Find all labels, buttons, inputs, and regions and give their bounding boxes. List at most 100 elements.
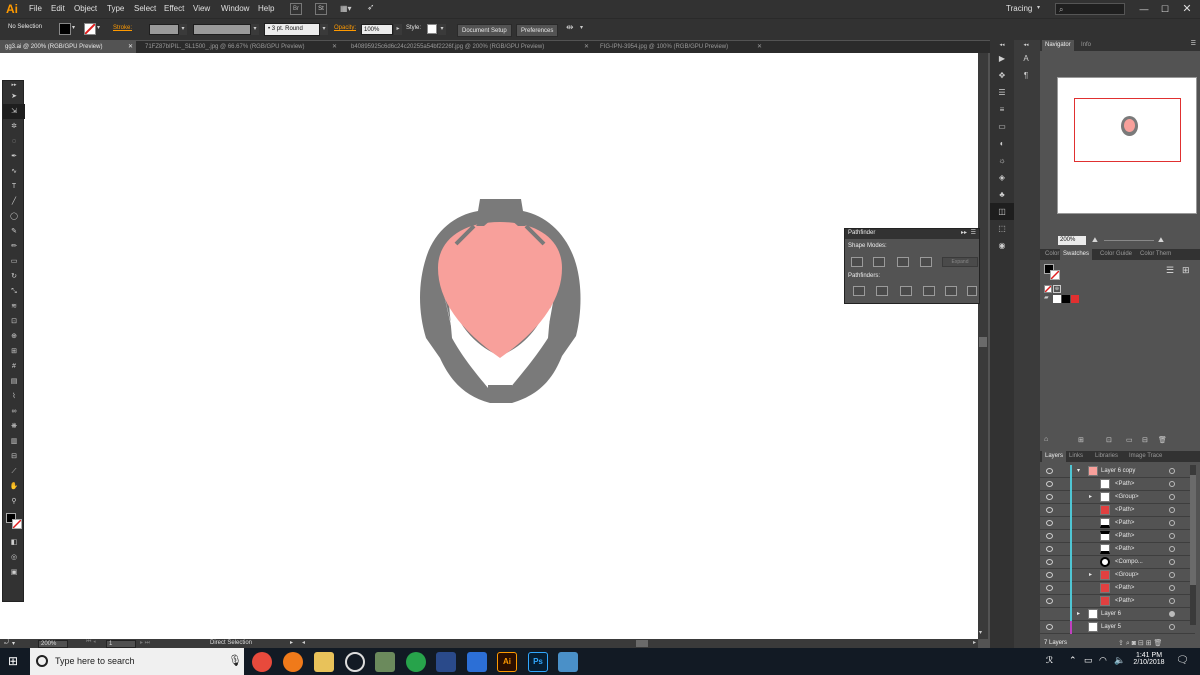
chevron-left-icon[interactable]: ◂ xyxy=(302,639,305,646)
arrange-documents-icon[interactable]: ▦▾ xyxy=(340,3,358,15)
visibility-eye-icon[interactable] xyxy=(1046,481,1053,487)
tab-links[interactable]: Links xyxy=(1066,451,1086,462)
fill-stroke-control[interactable] xyxy=(3,509,23,535)
people-icon[interactable]: ℛ xyxy=(1046,655,1053,666)
target-icon[interactable] xyxy=(1169,546,1175,552)
zoom-slider[interactable] xyxy=(1104,240,1154,241)
delete-layer-icon[interactable]: 🗑 xyxy=(1154,640,1163,647)
graphic-styles-icon[interactable]: ◈ xyxy=(990,169,1014,186)
minimize-icon[interactable]: — xyxy=(1134,1,1154,17)
layer-row[interactable]: <Compo... xyxy=(1040,556,1195,569)
graphic-style-swatch[interactable] xyxy=(427,24,437,34)
swatch-black[interactable] xyxy=(1062,295,1070,303)
opacity-label[interactable]: Opacity: xyxy=(334,25,356,31)
taskbar-clock[interactable]: 1:41 PM 2/10/2018 xyxy=(1130,652,1168,666)
blend-icon[interactable]: ∞ xyxy=(3,404,25,419)
first-artboard-icon[interactable]: ⏮ ◂ xyxy=(86,639,96,646)
stock-icon[interactable]: St xyxy=(315,3,327,15)
column-graph-icon[interactable]: ▥ xyxy=(3,434,25,449)
color-mode-icon[interactable]: ◧ xyxy=(3,535,25,550)
spotify-icon[interactable] xyxy=(406,652,426,672)
play-action-icon[interactable]: ▶ xyxy=(990,50,1014,67)
target-icon[interactable] xyxy=(1169,468,1175,474)
symbol-sprayer-icon[interactable]: ❋ xyxy=(3,419,25,434)
divide-button[interactable] xyxy=(853,286,865,296)
layer-row[interactable]: ▾ Layer 6 copy xyxy=(1040,465,1195,478)
rotate-icon[interactable]: ↻ xyxy=(3,269,25,284)
crop-button[interactable] xyxy=(923,286,935,296)
menu-help[interactable]: Help xyxy=(258,0,274,18)
layer-row[interactable]: <Path> xyxy=(1040,582,1195,595)
perspective-grid-icon[interactable]: ⊞ xyxy=(3,344,25,359)
tab-document-4[interactable]: FIG-IPN-3954.jpg @ 100% (RGB/GPU Preview… xyxy=(595,41,765,53)
tab-document-3[interactable]: b40895925c6d6c24c20255a54bf2226f.jpg @ 2… xyxy=(346,41,592,53)
visibility-eye-icon[interactable] xyxy=(1046,468,1053,474)
character-panel-icon[interactable]: A xyxy=(1014,50,1038,67)
visibility-eye-icon[interactable] xyxy=(1046,507,1053,513)
outline-button[interactable] xyxy=(945,286,957,296)
eraser-icon[interactable]: ▭ xyxy=(3,254,25,269)
delete-swatch-icon[interactable]: 🗑 xyxy=(1158,436,1167,444)
list-view-icon[interactable]: ☰ xyxy=(1166,265,1174,276)
chevron-down-icon[interactable]: ▾ xyxy=(72,24,75,31)
free-transform-icon[interactable]: ⊡ xyxy=(3,314,25,329)
swatch-libraries-icon[interactable]: ⌂ xyxy=(1044,436,1048,443)
visibility-eye-icon[interactable] xyxy=(1046,559,1053,565)
expand-panels-icon[interactable]: ◂◂ xyxy=(990,40,1014,50)
target-icon[interactable] xyxy=(1169,494,1175,500)
target-icon[interactable] xyxy=(1169,481,1175,487)
layer-row[interactable]: <Path> xyxy=(1040,543,1195,556)
chrome-icon[interactable] xyxy=(252,652,272,672)
chevron-down-icon[interactable]: ▾ xyxy=(97,24,100,31)
exclude-button[interactable] xyxy=(920,257,932,267)
layer-row[interactable]: Layer 5 xyxy=(1040,621,1195,634)
layers-scrollbar[interactable] xyxy=(1190,465,1196,625)
screen-mode-icon[interactable]: ▣ xyxy=(3,565,25,580)
visibility-eye-icon[interactable] xyxy=(1046,533,1053,539)
target-icon[interactable] xyxy=(1169,598,1175,604)
visibility-eye-icon[interactable] xyxy=(1046,546,1053,552)
artboard-field[interactable]: 1 xyxy=(106,640,136,648)
obs-icon[interactable] xyxy=(345,652,365,672)
gradient-icon[interactable]: ▤ xyxy=(3,374,25,389)
chevron-down-icon[interactable]: ▾ xyxy=(1077,465,1080,478)
photoshop-taskbar-icon[interactable]: Ps xyxy=(528,652,548,672)
layer-row[interactable]: ▸ Layer 6 xyxy=(1040,608,1195,621)
zoom-field[interactable]: 200% xyxy=(38,640,68,648)
ellipse-tool-icon[interactable]: ◯ xyxy=(3,209,25,224)
artboard-tool-icon[interactable]: ⊟ xyxy=(3,449,25,464)
close-icon[interactable]: ✕ xyxy=(584,41,589,53)
target-icon[interactable] xyxy=(1169,585,1175,591)
pencil-icon[interactable]: ✏ xyxy=(3,239,25,254)
color-group-icon[interactable]: ⊞ xyxy=(1078,436,1084,444)
trim-button[interactable] xyxy=(876,286,888,296)
tab-document-1[interactable]: gg3.ai @ 200% (RGB/GPU Preview) ✕ xyxy=(0,41,136,53)
menu-select[interactable]: Select xyxy=(134,0,156,18)
chevron-down-icon[interactable]: ▾ xyxy=(320,24,328,35)
direct-selection-tool-icon[interactable]: ⇲ xyxy=(3,104,25,119)
puppet-warp-icon[interactable]: ✥ xyxy=(990,67,1014,84)
swatch-options-icon[interactable]: ⊡ xyxy=(1106,436,1112,444)
brush-definition-field[interactable]: • 3 pt. Round xyxy=(264,23,320,36)
layer-row[interactable]: <Path> xyxy=(1040,517,1195,530)
scale-icon[interactable]: ⤡ xyxy=(3,284,25,299)
chevron-right-icon[interactable]: ▸ xyxy=(1089,491,1092,504)
eyedropper-icon[interactable]: ⌇ xyxy=(3,389,25,404)
magic-wand-icon[interactable]: ✲ xyxy=(3,119,25,134)
minus-back-button[interactable] xyxy=(967,286,977,296)
zoom-in-icon[interactable]: ⛰ xyxy=(1158,237,1164,244)
selection-tool-icon[interactable]: ➤ xyxy=(3,89,25,104)
slice-tool-icon[interactable]: ⟋ xyxy=(3,464,25,479)
gradient-panel-icon[interactable]: ▭ xyxy=(990,118,1014,135)
symbols-panel-icon[interactable]: ♣ xyxy=(990,186,1014,203)
chevron-down-icon[interactable]: ▾ xyxy=(580,24,583,31)
bridge-icon[interactable]: Br xyxy=(290,3,302,15)
tab-layers[interactable]: Layers xyxy=(1042,451,1067,462)
minus-front-button[interactable] xyxy=(873,257,885,267)
chevron-down-icon[interactable]: ▾ xyxy=(179,24,187,35)
draw-mode-icon[interactable]: ◎ xyxy=(3,550,25,565)
chevron-right-icon[interactable]: ▸ xyxy=(1089,569,1092,582)
variable-width-field[interactable] xyxy=(193,24,251,35)
menu-view[interactable]: View xyxy=(193,0,210,18)
paintbrush-icon[interactable]: ✎ xyxy=(3,224,25,239)
